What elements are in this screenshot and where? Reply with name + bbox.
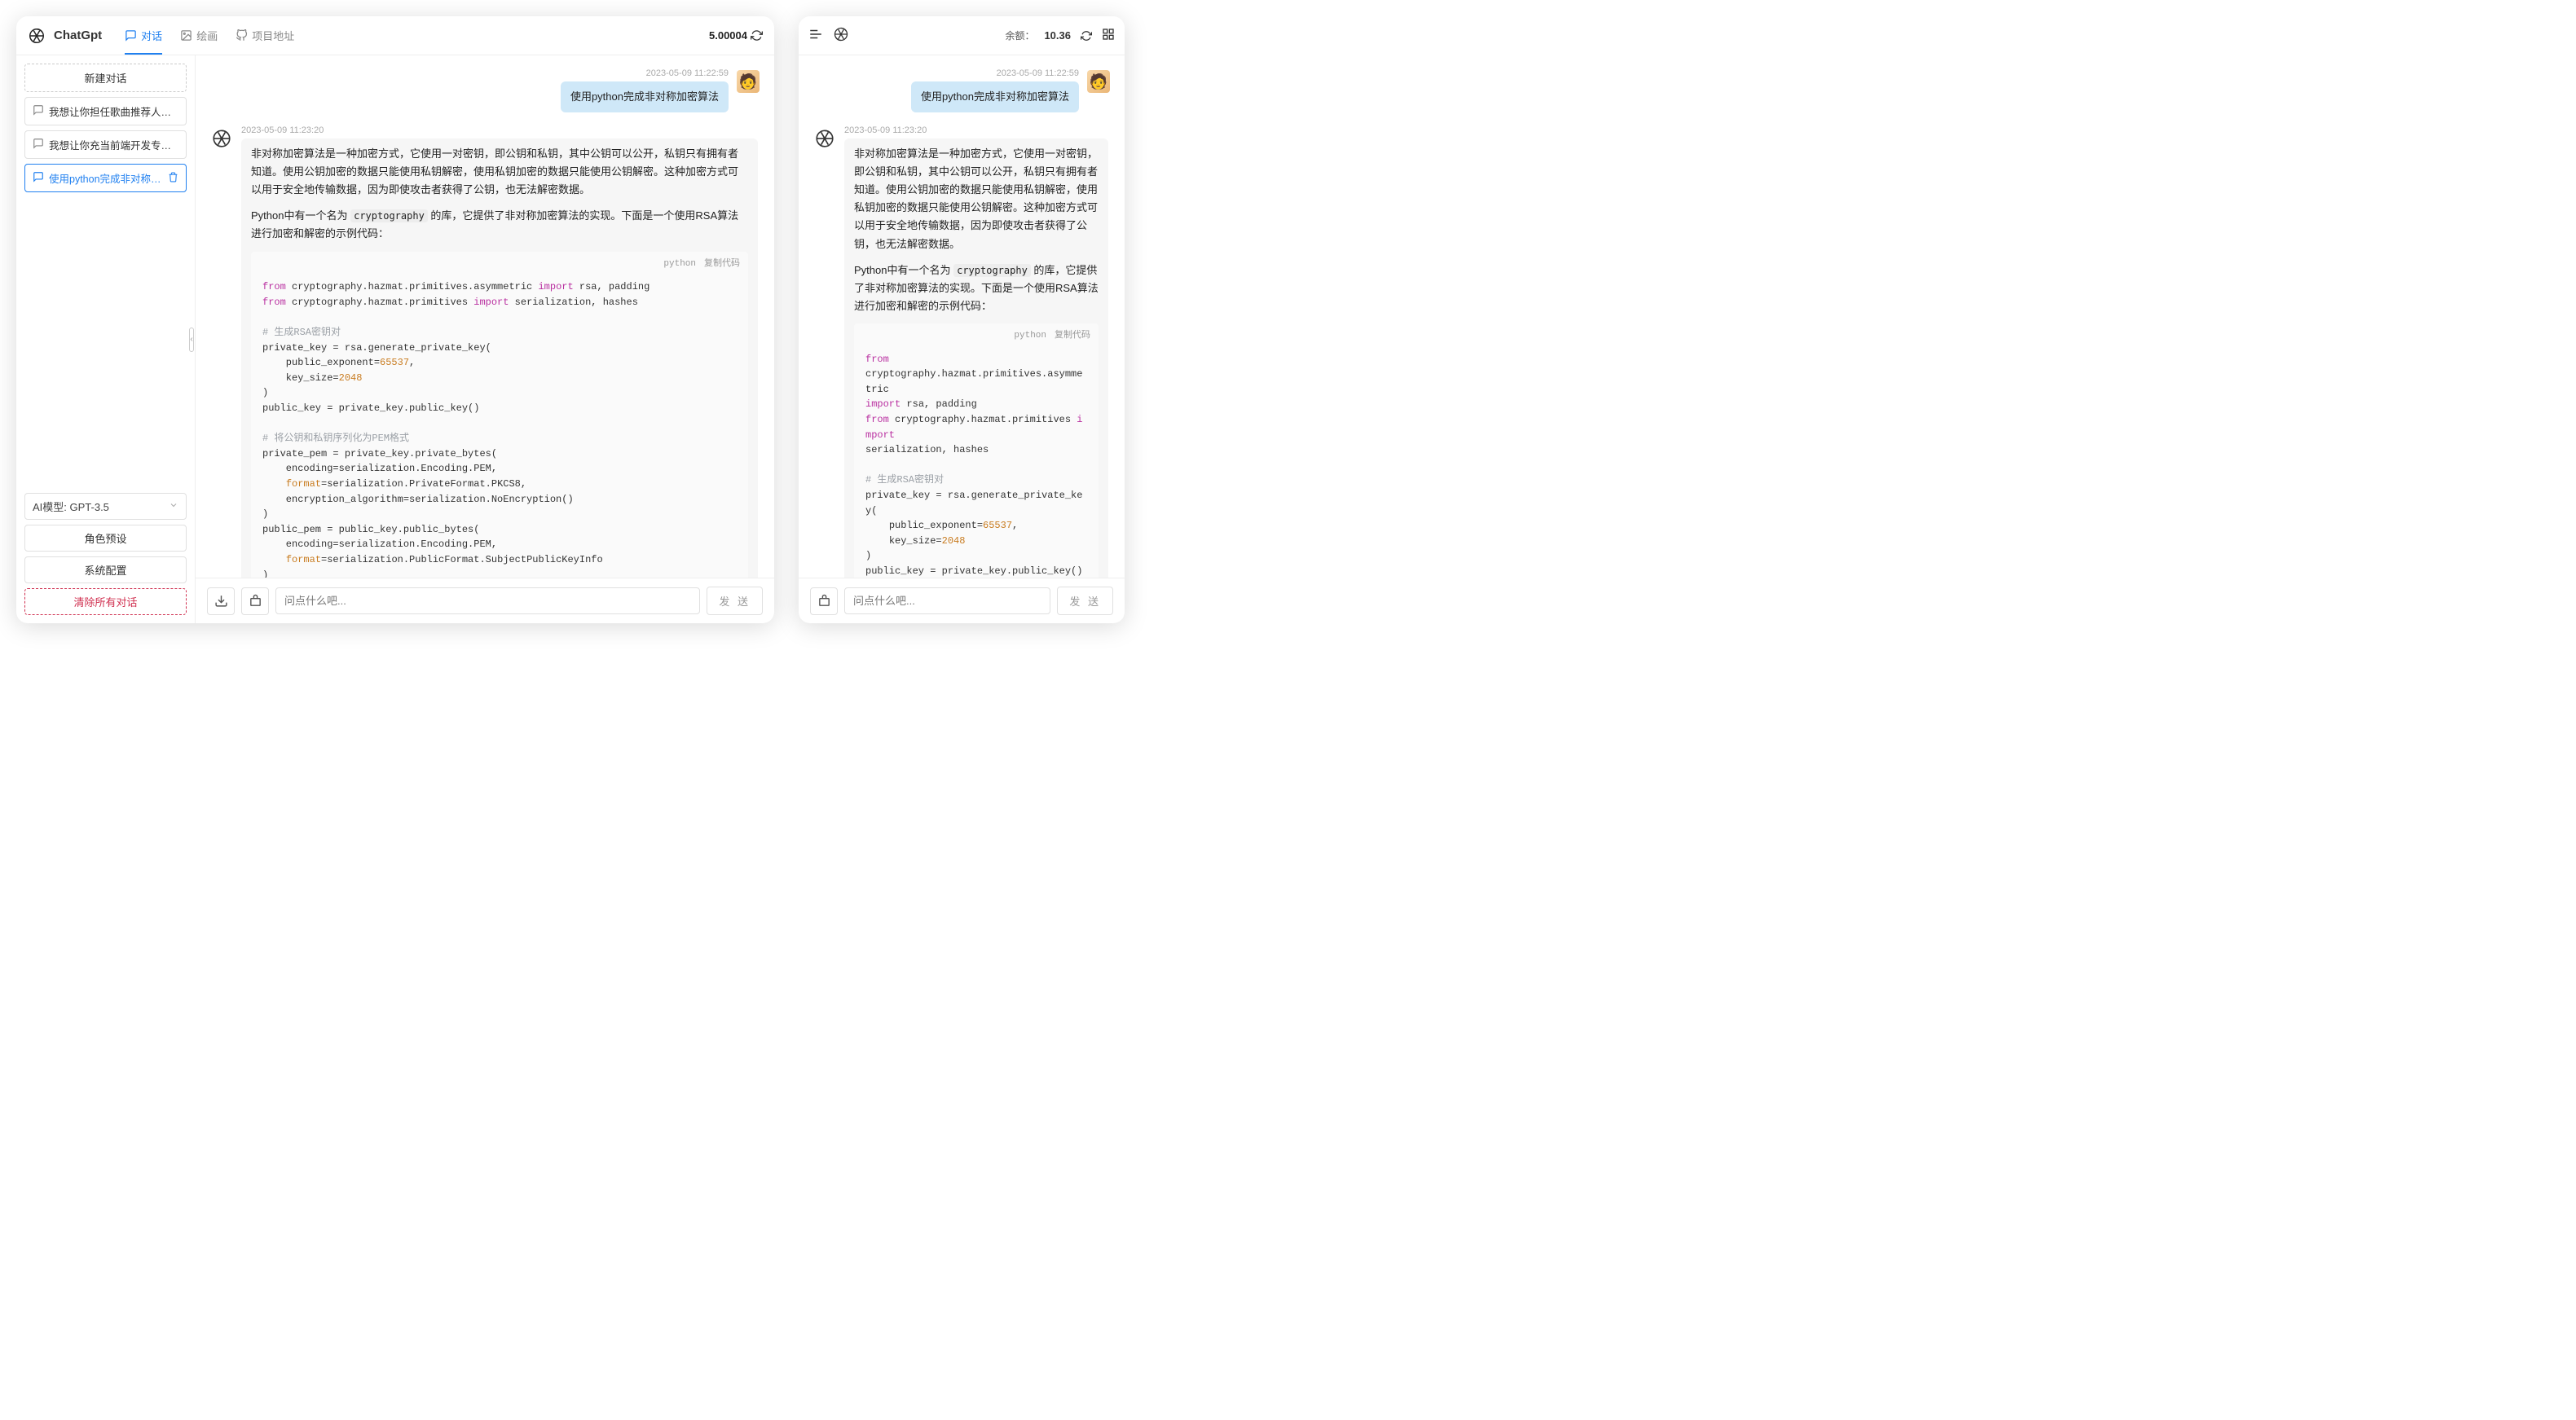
assistant-avatar — [813, 127, 836, 150]
message-bubble: 使用python完成非对称加密算法 — [561, 81, 729, 112]
refresh-icon[interactable] — [751, 29, 763, 42]
message-list[interactable]: 🧑 2023-05-09 11:22:59 使用python完成非对称加密算法 … — [196, 55, 774, 578]
chat-item-label: 使用python完成非对称加密算法 — [49, 170, 163, 186]
tab-draw[interactable]: 绘画 — [180, 16, 218, 55]
inline-code: cryptography — [350, 209, 428, 222]
message-paragraph: Python中有一个名为 cryptography 的库，它提供了非对称加密算法… — [251, 207, 748, 243]
send-button[interactable]: 发 送 — [1057, 587, 1113, 615]
message-bubble: 非对称加密算法是一种加密方式，它使用一对密钥，即公钥和私钥，其中公钥可以公开，私… — [844, 138, 1108, 578]
tab-repo[interactable]: 项目地址 — [236, 16, 294, 55]
refresh-icon[interactable] — [1081, 30, 1092, 42]
inline-code: cryptography — [953, 264, 1031, 277]
header-brand: ChatGpt — [28, 27, 102, 45]
chat-item-label: 我想让你充当前端开发专家。我将... — [49, 137, 178, 152]
tab-label: 绘画 — [196, 28, 218, 43]
copy-code-button[interactable]: 复制代码 — [704, 257, 740, 272]
sidebar-resize-handle[interactable] — [195, 55, 196, 623]
message-paragraph: 非对称加密算法是一种加密方式，它使用一对密钥，即公钥和私钥，其中公钥可以公开，私… — [251, 145, 748, 199]
app-title: ChatGpt — [54, 29, 102, 42]
message-user: 🧑 2023-05-09 11:22:59 使用python完成非对称加密算法 — [813, 68, 1110, 112]
chevron-down-icon — [169, 500, 178, 512]
app-header: ChatGpt 对话 绘画 项目地址 5.00004 — [16, 16, 774, 55]
message-paragraph: Python中有一个名为 cryptography 的库，它提供了非对称加密算法… — [854, 262, 1099, 315]
message-paragraph: 非对称加密算法是一种加密方式，它使用一对密钥，即公钥和私钥，其中公钥可以公开，私… — [854, 145, 1099, 253]
openai-logo-icon — [28, 27, 46, 45]
trash-icon[interactable] — [168, 172, 178, 185]
code-body[interactable]: from cryptography.hazmat.primitives.asym… — [251, 276, 748, 578]
tab-label: 对话 — [141, 28, 162, 43]
desktop-window: ChatGpt 对话 绘画 项目地址 5.00004 新建对 — [16, 16, 774, 623]
message-user: 🧑 2023-05-09 11:22:59 使用python完成非对称加密算法 — [210, 68, 760, 112]
copy-code-button[interactable]: 复制代码 — [1055, 328, 1090, 344]
tab-chat[interactable]: 对话 — [125, 16, 162, 55]
code-lang-label: python — [1014, 328, 1046, 344]
message-assistant: 2023-05-09 11:23:20 非对称加密算法是一种加密方式，它使用一对… — [210, 125, 760, 578]
sidebar-chat-item[interactable]: 使用python完成非对称加密算法 — [24, 164, 187, 192]
chat-main: 🧑 2023-05-09 11:22:59 使用python完成非对称加密算法 … — [196, 55, 774, 623]
apps-grid-icon[interactable] — [1102, 28, 1115, 43]
message-list[interactable]: 🧑 2023-05-09 11:22:59 使用python完成非对称加密算法 … — [799, 55, 1125, 578]
role-preset-button[interactable]: 角色预设 — [24, 525, 187, 552]
prompt-store-button[interactable] — [241, 587, 269, 615]
message-assistant: 2023-05-09 11:23:20 非对称加密算法是一种加密方式，它使用一对… — [813, 125, 1110, 578]
chat-list: 我想让你担任歌曲推荐人。我将为... 我想让你充当前端开发专家。我将... 使用… — [24, 97, 187, 192]
tab-label: 项目地址 — [252, 28, 294, 43]
assistant-avatar — [210, 127, 233, 150]
chat-input[interactable] — [275, 587, 700, 614]
chat-input[interactable] — [844, 587, 1050, 614]
model-select[interactable]: AI模型: GPT-3.5 — [24, 493, 187, 520]
code-body[interactable]: from cryptography.hazmat.primitives.asym… — [854, 349, 1099, 578]
sidebar: 新建对话 我想让你担任歌曲推荐人。我将为... 我想让你充当前端开发专家。我将.… — [16, 55, 196, 623]
message-bubble: 非对称加密算法是一种加密方式，它使用一对密钥，即公钥和私钥，其中公钥可以公开，私… — [241, 138, 758, 578]
user-avatar: 🧑 — [737, 70, 760, 93]
balance-display: 5.00004 — [709, 29, 763, 42]
message-timestamp: 2023-05-09 11:22:59 — [646, 68, 729, 78]
model-select-label: AI模型: GPT-3.5 — [33, 499, 109, 514]
prompt-store-button[interactable] — [810, 587, 838, 615]
user-avatar: 🧑 — [1087, 70, 1110, 93]
message-bubble: 使用python完成非对称加密算法 — [911, 81, 1079, 112]
code-lang-label: python — [663, 257, 696, 272]
chat-bubble-icon — [33, 138, 44, 152]
chat-footer: 发 送 — [196, 578, 774, 623]
new-chat-button[interactable]: 新建对话 — [24, 64, 187, 92]
code-block: python 复制代码 from cryptography.hazmat.pri… — [251, 252, 748, 578]
chat-footer: 发 送 — [799, 578, 1125, 623]
menu-toggle-icon[interactable] — [808, 27, 823, 44]
balance-value: 10.36 — [1044, 29, 1071, 42]
mobile-header: 余额： 10.36 — [799, 16, 1125, 55]
openai-logo-icon — [833, 26, 849, 45]
chat-bubble-icon — [33, 104, 44, 118]
header-tabs: 对话 绘画 项目地址 — [125, 16, 294, 55]
export-button[interactable] — [207, 587, 235, 615]
sidebar-chat-item[interactable]: 我想让你担任歌曲推荐人。我将为... — [24, 97, 187, 125]
balance-value: 5.00004 — [709, 29, 747, 42]
mobile-window: 余额： 10.36 🧑 2023-05-09 11:22:59 使用python… — [799, 16, 1125, 623]
sidebar-chat-item[interactable]: 我想让你充当前端开发专家。我将... — [24, 130, 187, 159]
chat-item-label: 我想让你担任歌曲推荐人。我将为... — [49, 103, 178, 119]
message-timestamp: 2023-05-09 11:22:59 — [997, 68, 1079, 78]
chat-bubble-icon — [33, 171, 44, 185]
send-button[interactable]: 发 送 — [707, 587, 763, 615]
balance-label: 余额： — [1005, 29, 1034, 42]
clear-all-button[interactable]: 清除所有对话 — [24, 588, 187, 615]
message-timestamp: 2023-05-09 11:23:20 — [844, 125, 1108, 135]
code-block: python 复制代码 from cryptography.hazmat.pri… — [854, 323, 1099, 578]
system-config-button[interactable]: 系统配置 — [24, 556, 187, 583]
message-timestamp: 2023-05-09 11:23:20 — [241, 125, 758, 135]
